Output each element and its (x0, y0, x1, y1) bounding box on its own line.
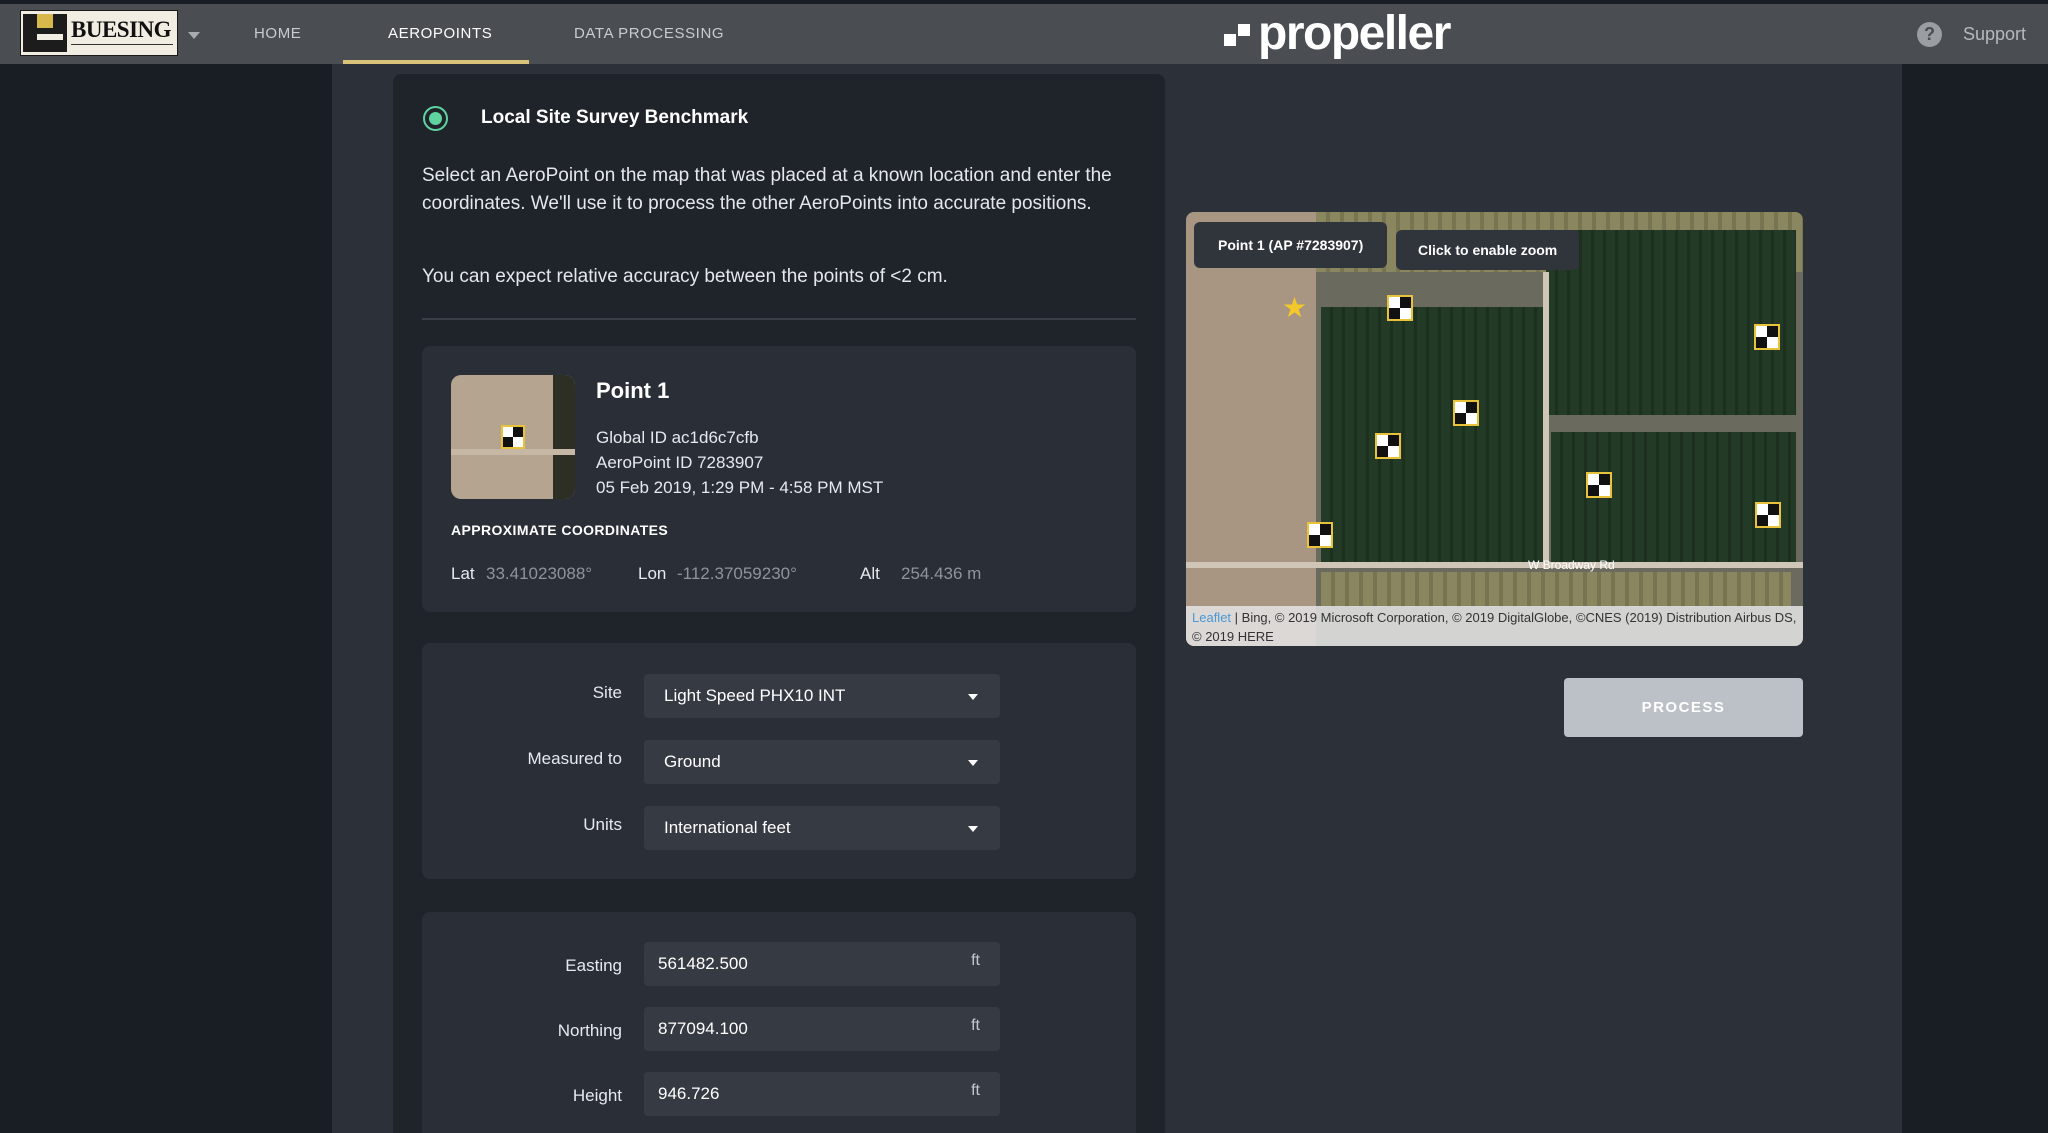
lon-value: -112.37059230° (677, 564, 797, 583)
process-button[interactable]: PROCESS (1564, 678, 1803, 737)
session-time: 05 Feb 2019, 1:29 PM - 4:58 PM MST (596, 478, 884, 497)
alt-value: 254.436 m (901, 564, 982, 583)
benchmark-radio-selected[interactable] (423, 106, 448, 131)
height-input[interactable]: 946.726 ft (644, 1072, 1000, 1116)
aeropoint-marker-icon[interactable] (1586, 472, 1612, 498)
divider (422, 318, 1136, 320)
site-value: Light Speed PHX10 INT (664, 686, 846, 705)
measured-to-label: Measured to (527, 749, 623, 768)
accuracy-note: You can expect relative accuracy between… (422, 266, 948, 287)
road-label: W Broadway Rd (1528, 558, 1615, 572)
easting-value: 561482.500 (658, 954, 748, 973)
help-icon[interactable]: ? (1917, 22, 1942, 47)
nav-home[interactable]: HOME (254, 4, 301, 64)
enable-zoom-button[interactable]: Click to enable zoom (1396, 230, 1580, 270)
leaflet-link[interactable]: Leaflet (1192, 610, 1231, 625)
chevron-down-icon (968, 826, 978, 832)
aeropoint-marker-icon[interactable] (1375, 433, 1401, 459)
alt-label: Alt (860, 564, 880, 583)
northing-unit: ft (971, 1017, 980, 1034)
map-field (1546, 230, 1796, 415)
height-unit: ft (971, 1082, 980, 1099)
nav-data-processing[interactable]: DATA PROCESSING (574, 4, 724, 64)
point-thumbnail (451, 375, 575, 499)
lon-label: Lon (638, 564, 667, 583)
top-bar: BUESING HOME AEROPOINTS DATA PROCESSING … (0, 4, 2048, 64)
site-map[interactable]: ★ Point 1 (AP #7283907) Click to enable … (1186, 212, 1803, 646)
attribution-text: | Bing, © 2019 Microsoft Corporation, © … (1192, 610, 1797, 644)
northing-value: 877094.100 (658, 1019, 748, 1038)
aeropoint-id: AeroPoint ID 7283907 (596, 453, 764, 472)
support-link[interactable]: Support (1963, 4, 2026, 64)
benchmark-star-icon[interactable]: ★ (1282, 294, 1307, 322)
measured-to-value: Ground (664, 752, 721, 771)
lat-value: 33.41023088° (486, 564, 593, 583)
company-logo[interactable]: BUESING (20, 10, 178, 56)
aeropoint-marker-icon[interactable] (1387, 295, 1413, 321)
height-label: Height (572, 1086, 622, 1105)
site-select[interactable]: Light Speed PHX10 INT (644, 674, 1000, 718)
aeropoint-marker-icon[interactable] (1754, 324, 1780, 350)
northing-input[interactable]: 877094.100 ft (644, 1007, 1000, 1051)
easting-input[interactable]: 561482.500 ft (644, 942, 1000, 986)
logo-subtitle-rule (71, 44, 173, 52)
propeller-logo-icon (1224, 24, 1252, 52)
panel-description: Select an AeroPoint on the map that was … (422, 165, 1112, 214)
brand-name: propeller (1258, 7, 1451, 60)
units-value: International feet (664, 818, 791, 837)
measured-to-select[interactable]: Ground (644, 740, 1000, 784)
aeropoint-target-icon (501, 425, 525, 449)
units-select[interactable]: International feet (644, 806, 1000, 850)
map-attribution: Leaflet | Bing, © 2019 Microsoft Corpora… (1186, 606, 1803, 646)
point-tooltip: Point 1 (AP #7283907) (1194, 222, 1388, 268)
map-terrain (1186, 212, 1316, 646)
logo-mark-icon (23, 14, 67, 52)
easting-unit: ft (971, 952, 980, 969)
point-name: Point 1 (596, 378, 670, 403)
aeropoint-marker-icon[interactable] (1307, 522, 1333, 548)
site-label: Site (592, 683, 622, 702)
settings-card: Site Light Speed PHX10 INT Measured to G… (422, 643, 1136, 879)
known-coordinates-card: Easting 561482.500 ft Northing 877094.10… (422, 912, 1136, 1133)
point-card: Point 1 Global ID ac1d6c7cfb AeroPoint I… (422, 346, 1136, 612)
height-value: 946.726 (658, 1084, 720, 1103)
aeropoint-marker-icon[interactable] (1453, 400, 1479, 426)
lat-label: Lat (451, 564, 475, 583)
nav-aeropoints[interactable]: AEROPOINTS (388, 4, 492, 64)
easting-label: Easting (565, 956, 622, 975)
map-field (1321, 572, 1791, 607)
units-label: Units (583, 815, 622, 834)
map-road (1543, 272, 1549, 562)
chevron-down-icon (968, 760, 978, 766)
chevron-down-icon (968, 694, 978, 700)
panel-title: Local Site Survey Benchmark (481, 107, 749, 128)
map-road (1186, 562, 1803, 568)
global-id: Global ID ac1d6c7cfb (596, 428, 759, 447)
northing-label: Northing (557, 1021, 622, 1040)
account-dropdown-chevron-icon[interactable] (188, 32, 200, 39)
map-field (1321, 307, 1546, 562)
coordinates-header: APPROXIMATE COORDINATES (451, 522, 669, 538)
benchmark-panel: Local Site Survey Benchmark Select an Ae… (393, 74, 1165, 1133)
aeropoint-marker-icon[interactable] (1755, 502, 1781, 528)
logo-text: BUESING (71, 17, 172, 42)
